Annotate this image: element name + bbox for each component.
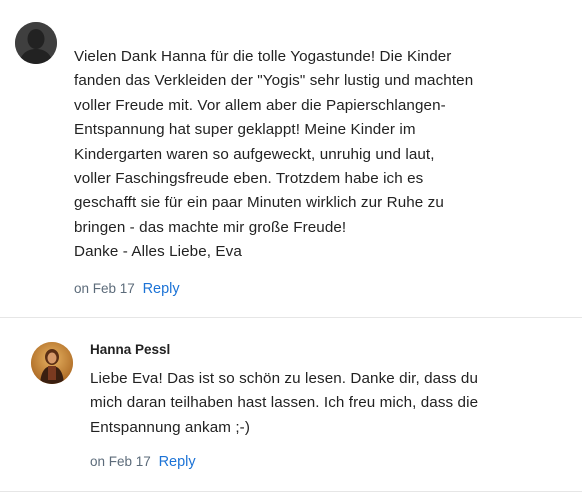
comment-meta: on Feb 17 Reply bbox=[74, 281, 180, 297]
comment-author[interactable]: Hanna Pessl bbox=[90, 342, 170, 357]
profile-photo bbox=[31, 342, 73, 384]
comment-meta: on Feb 17 Reply bbox=[90, 454, 196, 470]
comment-date: on Feb 17 bbox=[74, 281, 135, 296]
reply-comment: Hanna Pessl Liebe Eva! Das ist so schön … bbox=[0, 318, 582, 492]
comment-text: Liebe Eva! Das ist so schön zu lesen. Da… bbox=[90, 370, 479, 436]
comment-thread: Vielen Dank Hanna für die tolle Yogastun… bbox=[0, 0, 582, 492]
comment-date: on Feb 17 bbox=[90, 454, 151, 469]
comment-text: Vielen Dank Hanna für die tolle Yogastun… bbox=[74, 48, 474, 261]
user-silhouette-icon bbox=[15, 22, 57, 64]
reply-button[interactable]: Reply bbox=[143, 281, 180, 297]
reply-button[interactable]: Reply bbox=[159, 454, 196, 470]
comment: Vielen Dank Hanna für die tolle Yogastun… bbox=[0, 0, 582, 318]
avatar[interactable] bbox=[15, 22, 57, 64]
avatar[interactable] bbox=[31, 342, 73, 384]
